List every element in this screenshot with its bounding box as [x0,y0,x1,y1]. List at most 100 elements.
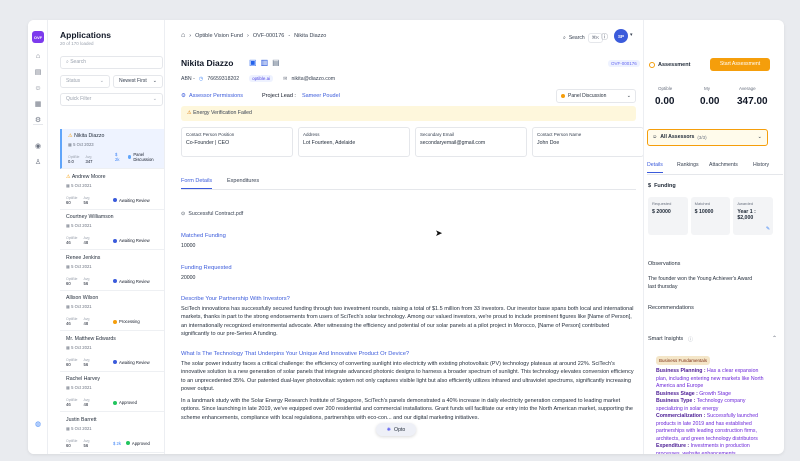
sort-select[interactable]: Newest First ⌄ [113,75,163,88]
search-icon: ⌕ [563,35,566,41]
info-value: John Doe [537,140,560,146]
submitted-date: ▦ 5 Oct 2021 [66,223,92,228]
icon-rail: OVF ⌂ ▤ ☺ ▦ ⚙ ◉ ♙ ◍ [28,20,48,454]
help-icon[interactable]: ⓘ [601,32,608,42]
person-icon[interactable]: ♙ [33,158,43,168]
question-2: What Is The Technology That Underpins Yo… [181,351,410,357]
funding-requested-label: Funding Requested [181,265,232,271]
stage-select[interactable]: Panel Discussion ⌄ [556,89,636,103]
panel-title: Applications [60,30,112,40]
tab-form-details[interactable]: Form Details [181,178,213,189]
status-select[interactable]: Status ⌄ [60,75,110,88]
search-input[interactable]: ⌕ Search [60,56,163,69]
chevron-down-icon[interactable]: ▾ [630,32,633,38]
status-dot [113,319,117,324]
funding-cards: Requested $ 20000 Matched $ 10000 Awarded Y… [648,197,774,235]
list-item[interactable]: Justin Barrett ▦ 5 Oct 2021 OptiBle 60 Avg… [60,413,164,453]
status-badge: Awaiting Review [113,279,150,284]
status-badge: $ 2k Panel Discussion [115,152,154,162]
quick-filter-select[interactable]: Quick Filter ⌄ [60,93,163,106]
submitted-date: ▦ 5 Oct 2021 [66,304,92,309]
submitted-date: ▦ 5 Oct 2023 [68,142,94,147]
start-assessment-button[interactable]: Start Assessment [710,58,770,71]
tab-attachments[interactable]: Attachments [709,162,738,168]
eye-icon[interactable]: ◉ [33,142,43,152]
applicant-name: Justin Barrett [66,416,97,423]
status-badge: Approved [113,400,137,405]
global-search-button[interactable]: ⌕ Search ⌘K [563,33,604,43]
user-avatar[interactable]: SP [614,29,628,43]
info-value: Co-Founder | CEO [186,140,230,146]
main-content: ⌂ › Optible Vision Fund › OVF-000176- Niki… [165,20,644,454]
score-row: OptiBle 60 Avg 56 [66,195,90,205]
word-icon[interactable]: ▥ [261,58,269,67]
home-icon[interactable]: ⌂ [181,32,185,39]
chevron-up-icon[interactable]: ⌃ [772,335,777,342]
assessor-permissions-link[interactable]: ⚙ Assessor Permissions [181,93,243,99]
score-optible: 0.00 [655,96,675,107]
chevron-down-icon: ⌄ [626,93,631,99]
status-badge: Awaiting Review [113,238,150,243]
score-average-label: Average [739,86,756,91]
matched-funding-value: 10000 [181,243,196,249]
tab-rankings[interactable]: Rankings [677,162,699,168]
funding-requested-value: 20000 [181,275,196,281]
assessor-select[interactable]: ☺ All Assessors (3/3) ⌄ [647,129,768,146]
tab-history[interactable]: History [753,162,769,168]
users-icon[interactable]: ☺ [33,84,43,94]
answer-3: In a landmark study with the Solar Energ… [181,398,633,421]
status-dot [113,198,117,202]
applicant-name: Mr. Matthew Edwards [66,335,116,342]
score-row: OptiBle 60 Avg 56 [66,438,90,448]
email-link[interactable]: nikita@diazzo.com [292,76,336,82]
tab-expenditures[interactable]: Expenditures [227,178,259,184]
list-item[interactable]: Courtney Williamson ▦ 5 Oct 2021 OptiBle… [60,210,164,250]
app-logo[interactable]: OVF [32,31,44,43]
info-icon: ⓘ [688,337,694,343]
score-my: 0.00 [700,96,720,107]
status-badge: Awaiting Review [113,360,150,365]
info-label: Contact Person Position [186,132,235,137]
document-icon[interactable]: ▣ [249,58,257,67]
reports-icon[interactable]: ▦ [33,100,43,110]
list-item[interactable]: Rachel Harvey ▦ 5 Oct 2021 OptiBle 46 Avg 4… [60,372,164,412]
verified-icon: ◷ [198,75,204,82]
score-row: OptiBle 60 Avg 56 [66,357,90,367]
breadcrumb-fund[interactable]: Optible Vision Fund [195,33,243,39]
abn-label: ABN - [181,75,195,82]
attachment[interactable]: ⊙ Successful Contract.pdf [181,211,243,217]
applicant-name: Rachel Harvey [66,376,101,382]
home-icon[interactable]: ⌂ [33,52,43,62]
info-card: Contact Person Name John Doe [532,127,644,157]
list-item[interactable]: Allison Wilson ▦ 5 Oct 2021 OptiBle 46 Avg… [60,291,164,331]
info-value: Lot Fourteen, Adelaide [303,140,356,146]
status-dot [113,238,117,243]
tab-details[interactable]: Details [647,162,663,173]
opto-assistant-button[interactable]: ✺ Opto [376,423,416,436]
applicant-name: ⚠ Nikita Diazzo [68,133,105,139]
edit-icon[interactable]: ✎ [766,226,770,232]
recommendations-heading: Recommendations [648,305,694,311]
globe-icon[interactable]: ◍ [33,420,43,430]
sparkle-icon: ✺ [386,426,392,433]
project-lead-name[interactable]: Sameer Poudel [302,93,340,99]
chevron-down-icon: ⌄ [152,96,157,102]
file-icon: ⊙ [181,211,186,217]
breadcrumb-id[interactable]: OVF-000176 [253,33,285,39]
project-lead: Project Lead : Sameer Poudel [262,93,340,99]
submitted-date: ▦ 5 Oct 2021 [66,182,92,188]
optible-link[interactable]: optible.ai [249,75,274,82]
info-label: Address [303,132,320,137]
info-card: Address Lot Fourteen, Adelaide [298,127,410,157]
list-item[interactable]: Renee Jenkins ▦ 5 Oct 2021 OptiBle 60 Avg 5… [60,251,164,291]
smart-insights-heading: Smart Insights [648,336,684,342]
list-item[interactable]: Mr. Matthew Edwards ▦ 5 Oct 2021 OptiBle… [60,332,164,372]
list-item[interactable]: ⚠ Andrew Moore ▦ 5 Oct 2021 OptiBle 60 Avg… [60,170,164,210]
pdf-icon[interactable]: ▤ [272,58,280,67]
list-item[interactable]: ⚠ Nikita Diazzo ▦ 5 Oct 2023 OptiBle 0.0 A… [60,129,164,169]
chevron-down-icon: ⌄ [757,134,762,140]
insight-item: Business Stage : Growth Stage [656,390,731,397]
insight-item: Expenditure : Investments in production … [656,443,750,454]
documents-icon[interactable]: ▤ [33,68,43,78]
applicant-name: Nikita Diazzo [181,58,234,68]
